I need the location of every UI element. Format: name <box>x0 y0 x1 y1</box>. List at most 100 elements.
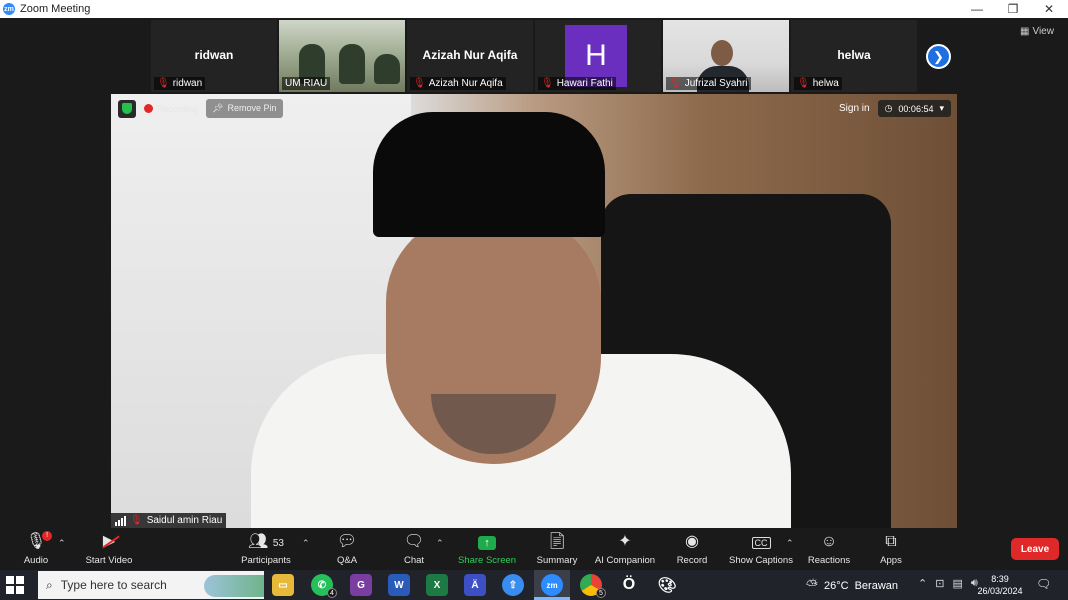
cloud-upload-icon[interactable]: ⇧ <box>502 574 524 596</box>
participant-label-text: Jufrizal Syahri <box>684 78 748 89</box>
participant-tile-hawari[interactable]: H 🎙︎ Hawari Fathi <box>535 20 661 92</box>
speaker-name: Saidul amin Riau <box>146 515 223 526</box>
caret-down-icon: ▾ <box>939 103 944 113</box>
qa-button[interactable]: 💬︎ Q&A <box>330 528 364 570</box>
start-video-label: Start Video <box>85 554 133 566</box>
summary-label: Summary <box>536 554 578 566</box>
taskbar-clock[interactable]: 8:39 26/03/2024 <box>974 573 1026 597</box>
share-screen-label: Share Screen <box>457 554 517 566</box>
timer-value: 00:06:54 <box>898 103 934 114</box>
chrome-badge: 5 <box>596 588 606 598</box>
chat-label: Chat <box>403 554 425 566</box>
whatsapp-badge: 4 <box>327 588 337 598</box>
participant-label-text: helwa <box>812 78 839 89</box>
network-icon[interactable]: ▤ <box>952 577 962 590</box>
restore-button[interactable]: ❐ <box>996 0 1030 18</box>
cloud-sun-icon: ⛅︎ <box>806 577 819 594</box>
clock-icon: ◷ <box>884 103 893 113</box>
leave-button[interactable]: Leave <box>1011 538 1059 560</box>
app-a-icon[interactable]: Ä <box>464 574 486 596</box>
window-title: Zoom Meeting <box>20 3 91 15</box>
remove-pin-button[interactable]: 📌︎ Remove Pin <box>206 99 283 118</box>
mic-muted-icon: 🎙︎ <box>413 78 426 89</box>
weather-temp: 26°C <box>824 579 849 592</box>
mic-muted-icon: 🎙︎ <box>797 78 810 89</box>
minimize-button[interactable]: — <box>960 0 994 18</box>
participant-label: UM RIAU <box>282 77 331 90</box>
apps-button[interactable]: ⧉ Apps <box>876 528 906 570</box>
apps-label: Apps <box>880 554 902 566</box>
sign-in-link[interactable]: Sign in <box>839 103 870 114</box>
start-video-button[interactable]: ▶︎ Start Video <box>82 528 136 570</box>
summary-button[interactable]: 📄︎ Summary <box>534 528 580 570</box>
participant-tile-um-riau[interactable]: UM RIAU <box>279 20 405 92</box>
paint-icon[interactable]: 🎨︎ <box>656 574 678 596</box>
record-dot-icon <box>144 104 153 113</box>
participant-label: 🎙︎ Jufrizal Syahri <box>666 77 751 90</box>
participant-label-text: ridwan <box>172 78 203 89</box>
share-screen-button[interactable]: ↑ Share Screen <box>456 528 518 570</box>
participant-label: 🎙︎ Azizah Nur Aqifa <box>410 77 506 90</box>
chrome-icon[interactable]: 5 <box>580 574 606 598</box>
app-o-icon[interactable]: Ö <box>618 574 640 596</box>
participant-tile-jufrizal[interactable]: 🎙︎ Jufrizal Syahri <box>663 20 789 92</box>
main-video: Recording 📌︎ Remove Pin Sign in ◷ 00:06:54… <box>111 94 957 528</box>
speaker-label: 🎙︎ Saidul amin Riau <box>111 513 227 528</box>
qa-icon: 💬︎ <box>336 532 358 550</box>
clock-date: 26/03/2024 <box>977 586 1023 596</box>
show-captions-label: Show Captions <box>729 554 793 566</box>
excel-icon[interactable]: X <box>426 574 448 596</box>
word-icon[interactable]: W <box>388 574 410 596</box>
zoom-taskbar-icon[interactable]: zm <box>541 574 563 596</box>
audio-button[interactable]: 🎙︎! Audio <box>20 528 53 570</box>
app-g-icon[interactable]: G <box>350 574 372 596</box>
chat-options-caret[interactable]: ⌃ <box>436 538 444 549</box>
weather-widget[interactable]: ⛅︎ 26°C Berawan <box>806 577 898 594</box>
chat-button[interactable]: 🗨︎ Chat <box>398 528 430 570</box>
notification-icon[interactable]: 🗨︎ <box>1036 577 1051 591</box>
summary-icon: 📄︎ <box>546 532 568 550</box>
chevron-up-icon[interactable]: ⌃ <box>918 577 927 590</box>
video-top-left: Recording 📌︎ Remove Pin <box>118 99 283 118</box>
close-button[interactable]: ✕ <box>1032 0 1066 18</box>
audio-warning-badge: ! <box>42 530 53 541</box>
signal-bars-icon <box>115 515 126 526</box>
audio-options-caret[interactable]: ⌃ <box>58 538 66 549</box>
captions-options-caret[interactable]: ⌃ <box>786 538 794 549</box>
meeting-toolbar: 🎙︎! Audio ⌃ ▶︎ Start Video 👥︎ 53 Partici… <box>0 528 1068 570</box>
participant-tile-ridwan[interactable]: ridwan 🎙︎ ridwan <box>151 20 277 92</box>
remove-pin-label: Remove Pin <box>227 103 277 113</box>
file-explorer-icon[interactable]: ▭ <box>272 574 294 596</box>
display-icon[interactable]: ⊡ <box>935 577 944 590</box>
recording-indicator: Recording <box>144 104 198 114</box>
windows-start-icon[interactable] <box>6 576 24 594</box>
ai-companion-button[interactable]: ✦ AI Companion <box>592 528 658 570</box>
audio-label: Audio <box>23 554 49 566</box>
clock-time: 8:39 <box>991 574 1009 584</box>
taskbar-search-box[interactable]: ⌕ Type here to search <box>38 571 264 599</box>
next-page-button[interactable]: ❯ <box>926 44 951 69</box>
view-button[interactable]: ▦ View <box>1020 26 1054 37</box>
participant-tile-azizah[interactable]: Azizah Nur Aqifa 🎙︎ Azizah Nur Aqifa <box>407 20 533 92</box>
chat-icon: 🗨︎ <box>403 532 425 550</box>
pin-icon: 📌︎ <box>212 103 224 113</box>
participants-count: 53 <box>272 537 284 549</box>
participant-label: 🎙︎ Hawari Fathi <box>538 77 616 90</box>
whatsapp-icon[interactable]: ✆ 4 <box>311 574 337 598</box>
participant-tile-helwa[interactable]: helwa 🎙︎ helwa <box>791 20 917 92</box>
share-screen-icon: ↑ <box>478 533 496 553</box>
meeting-timer[interactable]: ◷ 00:06:54 ▾ <box>877 100 951 117</box>
participants-label: Participants <box>241 554 291 566</box>
participants-icon: 👥︎ 53 <box>248 532 284 550</box>
show-captions-button[interactable]: CC Show Captions <box>728 528 794 570</box>
apps-icon: ⧉ <box>885 532 897 550</box>
video-top-right: Sign in ◷ 00:06:54 ▾ <box>839 100 951 117</box>
participants-options-caret[interactable]: ⌃ <box>302 538 310 549</box>
ai-companion-label: AI Companion <box>594 554 656 566</box>
reactions-button[interactable]: ☺ Reactions <box>806 528 852 570</box>
search-highlight-graphic <box>204 575 264 597</box>
security-shield-icon[interactable] <box>118 99 136 118</box>
record-button[interactable]: ◉ Record <box>674 528 710 570</box>
participants-button[interactable]: 👥︎ 53 Participants <box>238 528 294 570</box>
participant-label-text: UM RIAU <box>285 78 328 89</box>
